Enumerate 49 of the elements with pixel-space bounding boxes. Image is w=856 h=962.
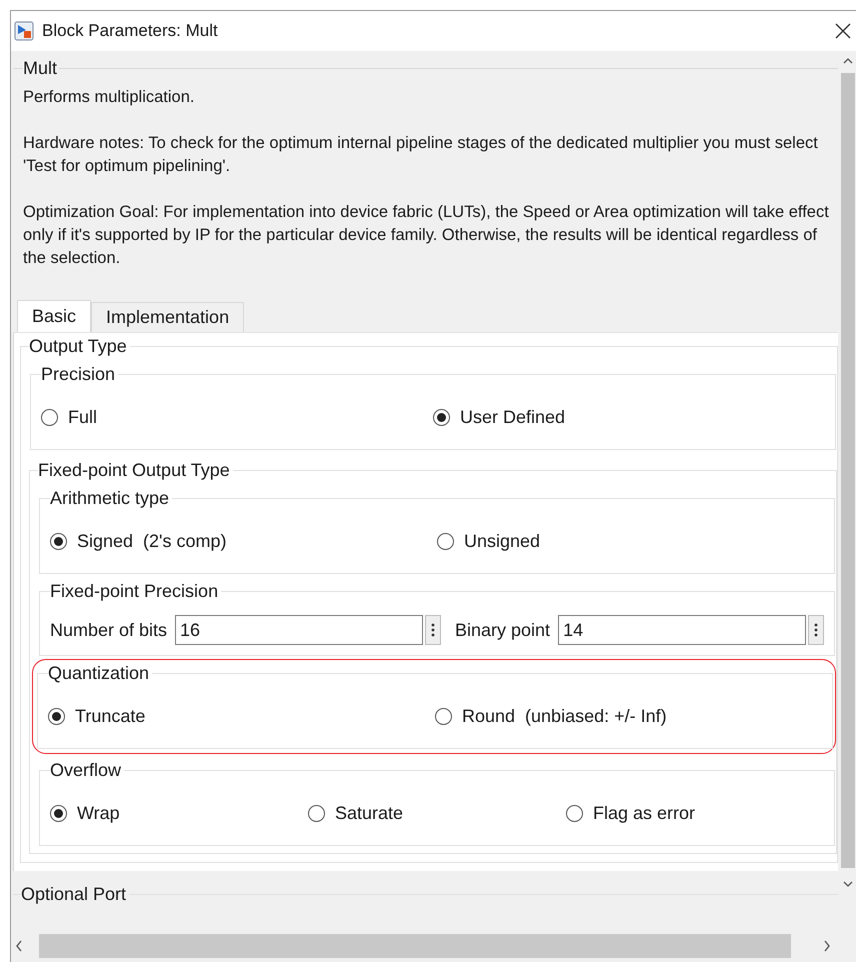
radio-option[interactable]: User Defined <box>433 404 825 431</box>
scroll-up-icon[interactable] <box>843 57 853 65</box>
group-title: Quantization <box>48 662 150 685</box>
group-title: Precision <box>41 363 116 386</box>
radio-option[interactable]: Unsigned <box>437 528 824 555</box>
menu-button[interactable] <box>808 615 824 645</box>
scroll-right-icon[interactable] <box>823 940 831 952</box>
radio-icon[interactable] <box>48 708 65 725</box>
radio-option[interactable]: Signed (2's comp) <box>50 528 437 555</box>
close-icon[interactable] <box>834 22 852 40</box>
radio-option[interactable]: Saturate <box>308 800 566 827</box>
scroll-thumb[interactable] <box>39 934 791 958</box>
section-title: Output Type <box>29 335 128 358</box>
block-name: Mult <box>23 57 58 80</box>
more-icon <box>814 623 818 637</box>
tab[interactable]: Basic <box>17 300 92 332</box>
group-title: Fixed-point Precision <box>50 580 220 603</box>
radio-option[interactable]: Flag as error <box>566 800 824 827</box>
menu-button[interactable] <box>425 615 441 645</box>
group-title: Fixed-point Output Type <box>38 459 231 482</box>
description-text: Hardware notes: To check for the optimum internal pipeline stages of the dedicated multiplier you must select 'Test for optimum pipelining'. <box>23 133 819 177</box>
radio-icon[interactable] <box>50 533 67 550</box>
section-title: Optional Port <box>21 883 128 906</box>
description-text: Optimization Goal: For implementation into device fabric (LUTs), the Speed or Area optimization will take effect only if it's supported by IP for the particular device family. Otherwise, the results will be identical regardless of the selection. <box>23 202 830 269</box>
more-icon <box>431 623 435 637</box>
window-title: Block Parameters: Mult <box>42 20 218 42</box>
radio-icon[interactable] <box>437 533 454 550</box>
radio-icon[interactable] <box>435 708 452 725</box>
scroll-down-icon[interactable] <box>843 880 853 888</box>
input-field[interactable]: 14 <box>558 615 806 645</box>
radio-icon[interactable] <box>308 805 325 822</box>
radio-option[interactable]: Full <box>41 404 433 431</box>
group-title: Overflow <box>50 759 122 782</box>
tab[interactable]: Implementation <box>91 302 244 332</box>
scroll-thumb[interactable] <box>841 73 855 868</box>
radio-icon[interactable] <box>566 805 583 822</box>
input-field[interactable]: 16 <box>175 615 423 645</box>
field-label: Number of bits <box>50 618 168 642</box>
field-label: Binary point <box>455 618 550 642</box>
radio-option[interactable]: Wrap <box>50 800 308 827</box>
scroll-left-icon[interactable] <box>15 940 23 952</box>
group-title: Arithmetic type <box>50 487 170 510</box>
app-icon <box>14 21 34 41</box>
radio-option[interactable]: Round (unbiased: +/- Inf) <box>435 703 822 730</box>
description-text: Performs multiplication. <box>23 87 196 108</box>
radio-icon[interactable] <box>433 409 450 426</box>
radio-option[interactable]: Truncate <box>48 703 435 730</box>
radio-icon[interactable] <box>50 805 67 822</box>
radio-icon[interactable] <box>41 409 58 426</box>
